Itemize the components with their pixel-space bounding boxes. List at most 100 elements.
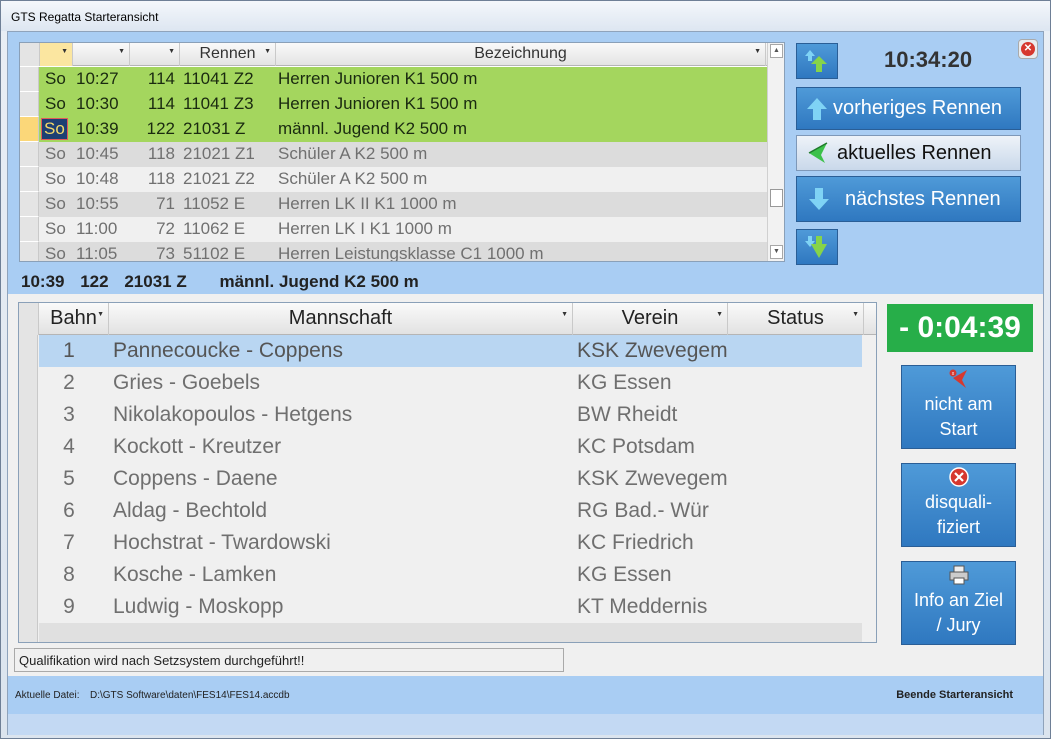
race-time: 11:05 xyxy=(76,244,118,262)
current-race-number: 122 xyxy=(80,272,109,291)
race-time: 10:30 xyxy=(76,94,119,113)
crew-club: KG Essen xyxy=(577,371,672,394)
col-status-header[interactable]: Status ▼ xyxy=(728,303,864,335)
crew-row[interactable]: 2 Gries - Goebels KG Essen xyxy=(39,367,862,399)
current-race-button[interactable]: aktuelles Rennen xyxy=(796,135,1021,171)
row-selector[interactable] xyxy=(20,142,39,167)
race-row[interactable]: So 10:45 118 21021 Z1 Schüler A K2 500 m xyxy=(20,142,768,167)
race-number: 114 xyxy=(147,94,175,113)
scroll-down-icon[interactable]: ▼ xyxy=(770,245,783,259)
current-race-line: 10:39 122 21031 Z männl. Jugend K2 500 m xyxy=(21,272,430,292)
next-race-button[interactable]: nächstes Rennen xyxy=(796,176,1021,222)
col-race-header[interactable]: Rennen ▼ xyxy=(180,43,276,66)
race-row[interactable]: So 11:00 72 11062 E Herren LK I K1 1000 m xyxy=(20,217,768,242)
race-row[interactable]: So 10:30 114 11041 Z3 Herren Junioren K1 500… xyxy=(20,92,768,117)
col-number-header[interactable]: ▼ xyxy=(130,43,180,66)
race-name: Herren Junioren K1 500 m xyxy=(278,69,478,88)
col-day-header[interactable]: ▼ xyxy=(40,43,73,66)
race-number: 71 xyxy=(156,194,175,213)
race-day: So xyxy=(45,244,66,262)
race-id: 11052 E xyxy=(183,194,246,213)
race-row[interactable]: So 10:55 71 11052 E Herren LK II K1 1000 m xyxy=(20,192,768,217)
race-row[interactable]: So 11:05 73 51102 E Herren Leistungsklasse C… xyxy=(20,242,768,262)
flag-x-icon: x xyxy=(902,368,1015,392)
col-club-label: Verein xyxy=(621,307,679,329)
col-name-header[interactable]: Bezeichnung ▼ xyxy=(276,43,766,66)
current-race-name: männl. Jugend K2 500 m xyxy=(219,272,419,291)
races-grid[interactable]: ▼ ▼ ▼ Rennen ▼ Bezeichnung ▼ So 10:27 114 110… xyxy=(19,42,785,262)
crews-grid[interactable]: Bahn ▼ Mannschaft ▼ Verein ▼ Status ▼ 1 Panne… xyxy=(18,302,877,643)
col-crew-label: Mannschaft xyxy=(288,307,393,329)
crew-name: Hochstrat - Twardowski xyxy=(113,531,331,554)
crews-grid-new-row xyxy=(39,623,862,642)
row-selector[interactable] xyxy=(20,242,39,261)
row-selector[interactable] xyxy=(20,167,39,192)
printer-icon xyxy=(902,564,1015,588)
race-time: 10:39 xyxy=(76,119,119,138)
crew-lane: 3 xyxy=(63,403,75,426)
crew-row[interactable]: 8 Kosche - Lamken KG Essen xyxy=(39,559,862,591)
row-selector[interactable] xyxy=(20,192,39,217)
title-bar: GTS Regatta Starteransicht xyxy=(1,1,1050,31)
crew-row[interactable]: 7 Hochstrat - Twardowski KC Friedrich xyxy=(39,527,862,559)
col-lane-header[interactable]: Bahn ▼ xyxy=(39,303,109,335)
race-day: So xyxy=(45,69,66,88)
window-title: GTS Regatta Starteransicht xyxy=(11,10,159,24)
crew-row[interactable]: 3 Nikolakopoulos - Hetgens BW Rheidt xyxy=(39,399,862,431)
file-label: Aktuelle Datei: xyxy=(15,690,80,701)
previous-race-button[interactable]: vorheriges Rennen xyxy=(796,87,1021,130)
race-id: 21021 Z2 xyxy=(183,169,255,188)
app-window: GTS Regatta Starteransicht ▼ ▼ ▼ Rennen ▼… xyxy=(0,0,1051,739)
crew-lane: 7 xyxy=(63,531,75,554)
row-selector[interactable] xyxy=(20,67,39,92)
row-selector[interactable] xyxy=(20,217,39,242)
scroll-up-icon[interactable]: ▲ xyxy=(770,44,783,58)
race-number: 118 xyxy=(147,169,175,188)
info-jury-label-1: Info an Ziel xyxy=(913,590,1004,610)
crew-club: KT Meddernis xyxy=(577,595,708,618)
race-day: So xyxy=(45,219,66,238)
not-started-button[interactable]: x nicht am Start xyxy=(901,365,1016,449)
disqualified-button[interactable]: disquali- fiziert xyxy=(901,463,1016,547)
race-time: 10:45 xyxy=(76,144,119,163)
arrow-up-icon xyxy=(807,97,827,120)
col-time-header[interactable]: ▼ xyxy=(73,43,130,66)
race-number: 114 xyxy=(147,69,175,88)
crew-lane: 6 xyxy=(63,499,75,522)
previous-race-label: vorheriges Rennen xyxy=(833,97,1002,119)
race-name: Herren LK I K1 1000 m xyxy=(278,219,452,238)
scroll-thumb[interactable] xyxy=(770,189,783,207)
first-race-button[interactable] xyxy=(796,43,838,79)
crew-club: KSK Zwevegem xyxy=(577,339,728,362)
row-selector[interactable] xyxy=(20,92,39,117)
last-race-button[interactable] xyxy=(796,229,838,265)
arrow-down-icon xyxy=(809,188,829,210)
col-club-header[interactable]: Verein ▼ xyxy=(573,303,728,335)
crew-name: Gries - Goebels xyxy=(113,371,261,394)
footer-strip xyxy=(8,714,1043,735)
crew-row[interactable]: 9 Ludwig - Moskopp KT Meddernis xyxy=(39,591,862,623)
race-id: 51102 E xyxy=(183,244,246,262)
race-row[interactable]: So 10:39 122 21031 Z männl. Jugend K2 500 m xyxy=(20,117,768,142)
crew-row[interactable]: 4 Kockott - Kreutzer KC Potsdam xyxy=(39,431,862,463)
next-race-label: nächstes Rennen xyxy=(845,187,1001,210)
info-jury-button[interactable]: Info an Ziel / Jury xyxy=(901,561,1016,645)
crew-name: Kockott - Kreutzer xyxy=(113,435,282,458)
not-started-label-1: nicht am xyxy=(924,394,993,414)
race-row[interactable]: So 10:48 118 21021 Z2 Schüler A K2 500 m xyxy=(20,167,768,192)
race-row[interactable]: So 10:27 114 11041 Z2 Herren Junioren K1 500… xyxy=(20,67,768,92)
crew-club: KG Essen xyxy=(577,563,672,586)
crew-lane: 4 xyxy=(63,435,75,458)
crew-club: RG Bad.- Wür xyxy=(577,499,709,522)
race-time: 10:48 xyxy=(76,169,119,188)
crew-name: Kosche - Lamken xyxy=(113,563,277,586)
crew-row[interactable]: 5 Coppens - Daene KSK Zwevegem xyxy=(39,463,862,495)
row-selector[interactable] xyxy=(20,117,39,142)
exit-starter-view-button[interactable]: Beende Starteransicht xyxy=(896,689,1013,701)
crew-row[interactable]: 1 Pannecoucke - Coppens KSK Zwevegem xyxy=(39,335,862,367)
close-button[interactable]: ✕ xyxy=(1018,39,1038,59)
col-crew-header[interactable]: Mannschaft ▼ xyxy=(109,303,573,335)
crew-row[interactable]: 6 Aldag - Bechtold RG Bad.- Wür xyxy=(39,495,862,527)
col-race-label: Rennen xyxy=(199,45,256,62)
races-scrollbar[interactable]: ▲ ▼ xyxy=(767,43,784,261)
